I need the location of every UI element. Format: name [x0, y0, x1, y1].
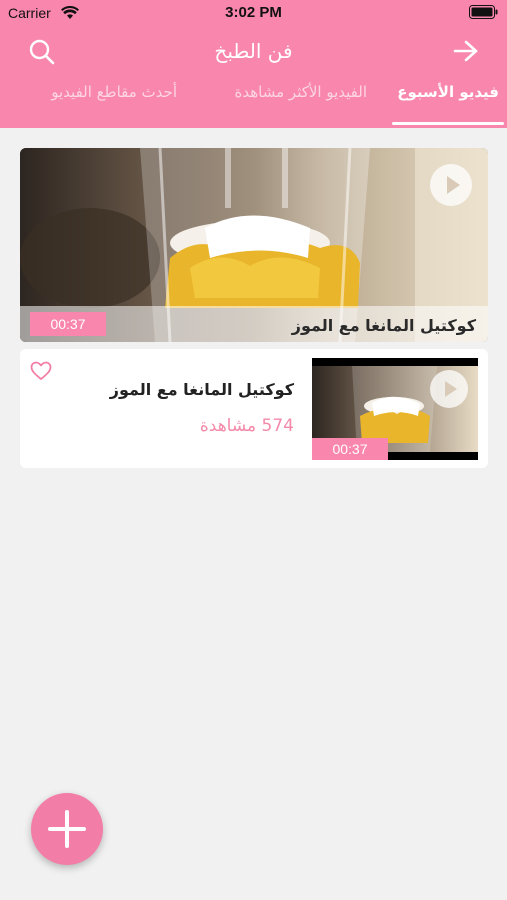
battery-icon	[469, 5, 498, 19]
view-count: 574 مشاهدة	[199, 416, 294, 436]
active-tab-indicator	[392, 122, 504, 125]
video-list-item[interactable]: 00:37 كوكتيل المانغا مع الموز 574 مشاهدة	[20, 349, 488, 468]
video-thumbnail[interactable]: 00:37	[312, 358, 478, 460]
nav-bar: فن الطبخ	[0, 30, 507, 74]
featured-video[interactable]: كوكتيل المانغا مع الموز 00:37	[20, 148, 488, 342]
status-bar: Carrier 3:02 PM	[0, 0, 507, 28]
duration-badge: 00:37	[312, 438, 388, 460]
tab-latest-videos[interactable]: أحدث مقاطع الفيديو	[51, 83, 177, 101]
status-time: 3:02 PM	[225, 4, 282, 21]
duration-badge: 00:37	[30, 312, 106, 336]
play-icon[interactable]	[430, 370, 468, 408]
tab-week-video[interactable]: فيديو الأسبوع	[397, 83, 499, 101]
arrow-right-icon[interactable]	[453, 39, 479, 63]
featured-title: كوكتيل المانغا مع الموز	[291, 316, 476, 335]
play-icon[interactable]	[430, 164, 472, 206]
video-title: كوكتيل المانغا مع الموز	[109, 380, 294, 399]
heart-outline-icon[interactable]	[30, 361, 52, 381]
page-title: فن الطبخ	[214, 39, 293, 63]
add-button[interactable]	[31, 793, 103, 865]
tab-most-viewed[interactable]: الفيديو الأكثر مشاهدة	[235, 83, 367, 101]
plus-icon	[48, 810, 86, 848]
category-tabs: فيديو الأسبوع الفيديو الأكثر مشاهدة أحدث…	[0, 78, 507, 128]
app-header: Carrier 3:02 PM فن الطبخ فيديو الأسبوع ا…	[0, 0, 507, 128]
